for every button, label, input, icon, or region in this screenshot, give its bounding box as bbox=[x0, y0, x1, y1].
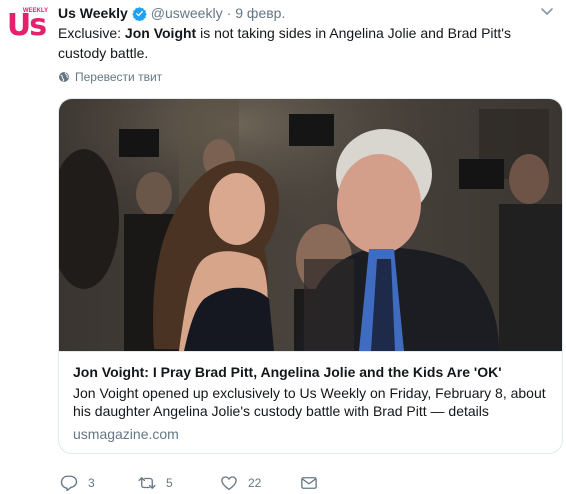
chevron-down-icon[interactable] bbox=[540, 6, 554, 18]
author-handle[interactable]: @usweekly bbox=[151, 5, 223, 21]
translate-tweet-link[interactable]: Перевести твит bbox=[58, 70, 162, 84]
share-button[interactable] bbox=[300, 474, 328, 492]
reply-count: 3 bbox=[88, 476, 95, 490]
translate-label: Перевести твит bbox=[75, 70, 163, 84]
globe-icon bbox=[59, 72, 69, 82]
author-name[interactable]: Us Weekly bbox=[58, 5, 128, 21]
header-separator: · bbox=[226, 5, 232, 21]
like-button[interactable]: 22 bbox=[220, 474, 261, 492]
card-body[interactable]: Jon Voight: I Pray Brad Pitt, Angelina J… bbox=[59, 351, 562, 453]
tweet-text: Exclusive: Jon Voight is not taking side… bbox=[58, 23, 558, 63]
heart-icon bbox=[221, 476, 237, 491]
card-image[interactable] bbox=[59, 99, 563, 351]
link-card[interactable]: Jon Voight: I Pray Brad Pitt, Angelina J… bbox=[58, 98, 563, 454]
retweet-button[interactable]: 5 bbox=[138, 474, 173, 492]
tweet-date[interactable]: 9 февр. bbox=[235, 5, 285, 21]
avatar[interactable]: Us WEEKLY bbox=[4, 4, 48, 48]
tweet: Us WEEKLY Us Weekly @usweekly · 9 февр. … bbox=[0, 0, 566, 494]
retweet-icon bbox=[138, 477, 156, 489]
tweet-header: Us Weekly @usweekly · 9 февр. bbox=[58, 4, 285, 22]
envelope-icon bbox=[301, 477, 317, 489]
retweet-count: 5 bbox=[166, 476, 173, 490]
tweet-text-prefix: Exclusive: bbox=[58, 25, 125, 41]
verified-badge-icon bbox=[132, 6, 147, 21]
card-title: Jon Voight: I Pray Brad Pitt, Angelina J… bbox=[73, 364, 502, 380]
reply-button[interactable]: 3 bbox=[60, 474, 95, 492]
reply-icon bbox=[60, 475, 78, 492]
us-weekly-logo: Us bbox=[6, 8, 47, 43]
like-count: 22 bbox=[248, 476, 262, 490]
card-description: Jon Voight opened up exclusively to Us W… bbox=[73, 385, 546, 419]
tweet-text-mention: Jon Voight bbox=[124, 25, 197, 41]
card-domain: usmagazine.com bbox=[73, 426, 179, 442]
tweet-actions: 3 5 22 bbox=[58, 474, 538, 494]
us-weekly-logo-sup: WEEKLY bbox=[22, 8, 48, 14]
